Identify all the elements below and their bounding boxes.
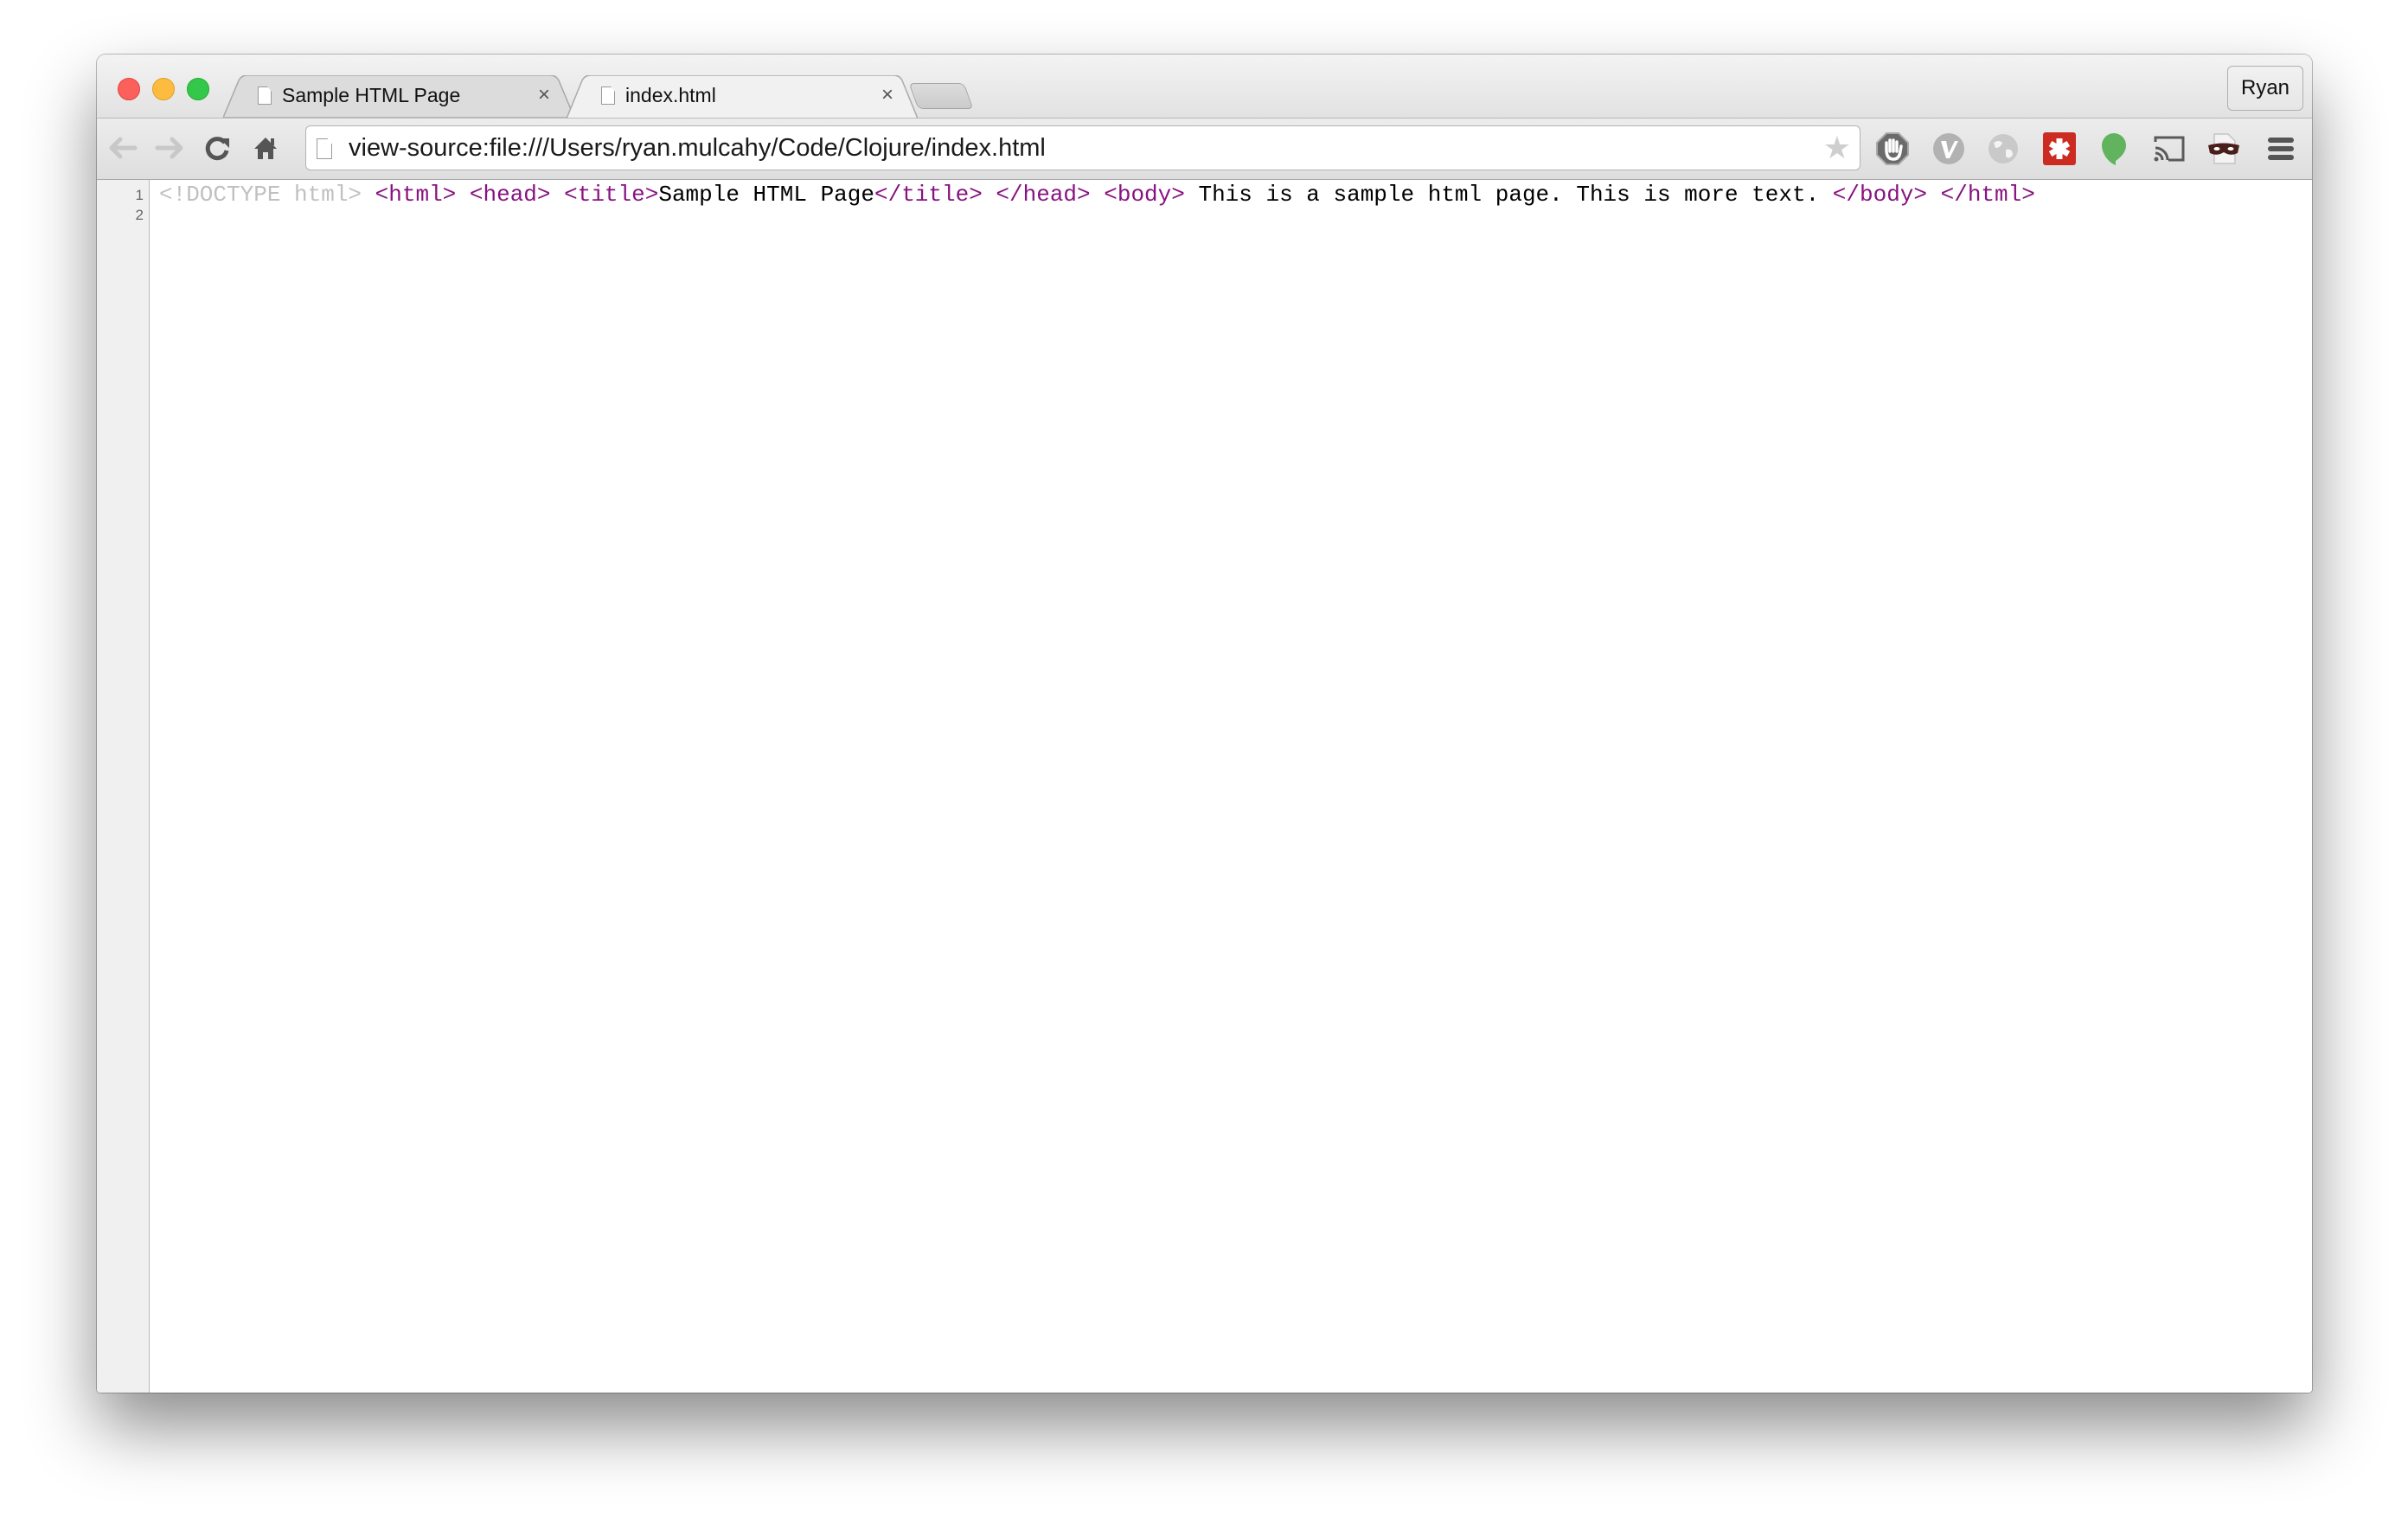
chrome-menu-button[interactable]	[2264, 132, 2297, 165]
html-tag-token: <head>	[469, 182, 551, 208]
hangouts-icon	[2102, 133, 2126, 165]
line-number-gutter: 1 2	[97, 180, 150, 1393]
html-tag-token: </html>	[1940, 182, 2035, 208]
html-tag-token: <title>	[564, 182, 659, 208]
tab-index-html[interactable]: index.html ×	[567, 75, 918, 119]
reload-button[interactable]	[201, 129, 235, 167]
close-tab-icon[interactable]: ×	[881, 83, 893, 107]
page-icon	[317, 138, 332, 159]
forward-icon	[155, 137, 183, 159]
cast-icon	[2154, 136, 2185, 162]
cast-button[interactable]	[2153, 132, 2186, 165]
lastpass-icon	[2043, 132, 2076, 165]
vimium-icon	[1933, 133, 1964, 164]
tab-strip: Sample HTML Page × index.html × Ryan	[97, 54, 2312, 119]
home-icon	[254, 138, 277, 159]
tab-title: index.html	[625, 84, 716, 106]
browser-window: Sample HTML Page × index.html × Ryan vie…	[97, 54, 2312, 1393]
tab-title: Sample HTML Page	[282, 84, 461, 106]
file-icon	[601, 86, 615, 105]
address-bar[interactable]: view-source:file:///Users/ryan.mulcahy/C…	[305, 125, 1860, 170]
profile-button[interactable]: Ryan	[2227, 66, 2303, 111]
globe-icon	[1989, 134, 2018, 163]
close-window-button[interactable]	[118, 78, 140, 100]
html-tag-token: </body>	[1832, 182, 1928, 208]
chrome-menu-icon	[2268, 138, 2294, 160]
back-icon	[109, 137, 138, 159]
view-source-content: 1 2 <!DOCTYPE html> <html> <head> <title…	[97, 180, 2312, 1393]
home-button[interactable]	[248, 129, 283, 167]
back-button[interactable]	[106, 129, 140, 167]
minimize-window-button[interactable]	[152, 78, 175, 100]
close-tab-icon[interactable]: ×	[538, 83, 550, 107]
lastpass-button[interactable]	[2043, 132, 2076, 165]
url-text[interactable]: view-source:file:///Users/ryan.mulcahy/C…	[349, 134, 1046, 163]
line-number: 2	[135, 207, 144, 223]
html-tag-token: <body>	[1104, 182, 1185, 208]
incognito-extension-button[interactable]	[2207, 132, 2240, 165]
adblock-button[interactable]	[1876, 132, 1909, 165]
globe-button[interactable]	[1987, 132, 2020, 165]
adblock-icon	[1876, 132, 1909, 165]
tab-sample-html-page[interactable]: Sample HTML Page ×	[223, 75, 574, 118]
text-token: This is a sample html page. This is more…	[1184, 182, 1833, 208]
source-line-1: <!DOCTYPE html> <html> <head> <title>Sam…	[159, 183, 2035, 206]
reload-icon	[205, 137, 229, 161]
html-tag-token: </head>	[996, 182, 1091, 208]
doctype-token: <!DOCTYPE html>	[159, 182, 362, 208]
line-number: 1	[135, 187, 144, 203]
toolbar: view-source:file:///Users/ryan.mulcahy/C…	[97, 119, 2312, 180]
hangouts-button[interactable]	[2097, 132, 2130, 165]
text-token: Sample HTML Page	[658, 182, 874, 208]
bookmark-star-icon[interactable]: ★	[1823, 131, 1851, 164]
html-tag-token: </title>	[874, 182, 983, 208]
zoom-window-button[interactable]	[187, 78, 209, 100]
new-tab-button[interactable]	[908, 83, 974, 109]
vimium-button[interactable]	[1932, 132, 1965, 165]
html-tag-token: <html>	[375, 182, 457, 208]
incognito-mask-icon	[2208, 133, 2239, 164]
file-icon	[258, 86, 272, 105]
forward-button[interactable]	[152, 129, 187, 167]
